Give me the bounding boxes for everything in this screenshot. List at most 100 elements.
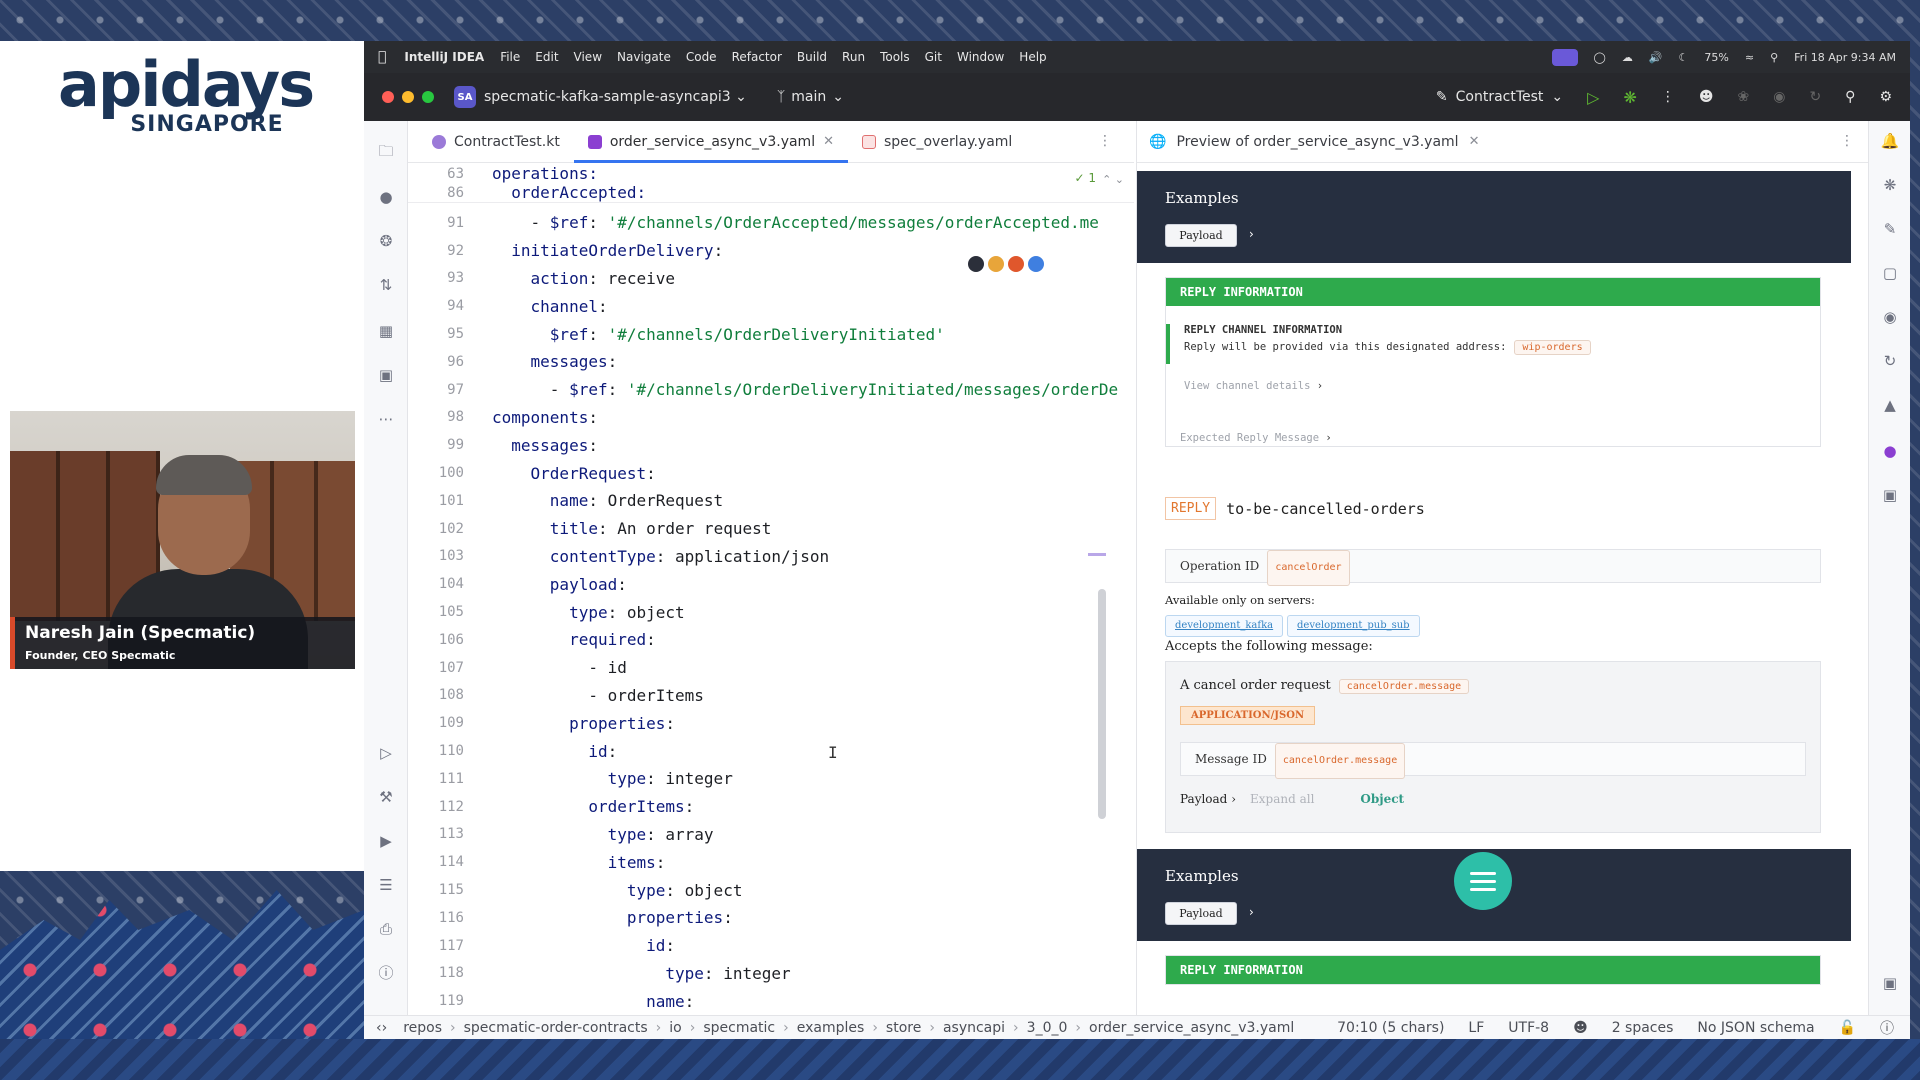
api-tool-icon[interactable]: ▣	[1880, 485, 1900, 505]
run-config-selector[interactable]: ✎ ContractTest ⌄	[1436, 89, 1563, 105]
payload-toggle[interactable]: Payload ›	[1180, 792, 1236, 806]
breadcrumb-item[interactable]: io	[669, 1020, 681, 1036]
code-line[interactable]: 100 OrderRequest:	[408, 459, 1134, 487]
minimize-window-button[interactable]	[402, 91, 414, 103]
menu-code[interactable]: Code	[686, 50, 717, 64]
file-encoding[interactable]: UTF-8	[1508, 1020, 1549, 1036]
vcs-icon[interactable]: ↻	[1809, 89, 1821, 105]
code-line[interactable]: 101 name: OrderRequest	[408, 487, 1134, 515]
project-badge[interactable]: SA	[454, 86, 476, 108]
branch-selector[interactable]: ᛉ main ⌄	[777, 89, 844, 105]
battery-percent[interactable]: 75%	[1704, 51, 1728, 64]
notifications-icon[interactable]: 🔔	[1880, 131, 1900, 151]
close-icon[interactable]: ✕	[823, 134, 834, 149]
code-line[interactable]: 95 $ref: '#/channels/OrderDeliveryInitia…	[408, 320, 1134, 348]
tabs-more-icon[interactable]: ⋮	[1098, 133, 1112, 149]
chevron-right-icon[interactable]: ›	[1249, 227, 1254, 241]
safari-icon[interactable]	[1028, 256, 1044, 272]
menu-window[interactable]: Window	[957, 50, 1004, 64]
screen-share-icon[interactable]	[1551, 48, 1578, 66]
code-line[interactable]: 111 type: integer	[408, 765, 1134, 793]
code-line[interactable]: 96 messages:	[408, 348, 1134, 376]
chrome-icon[interactable]	[988, 256, 1004, 272]
gradle-icon[interactable]: ▲	[1880, 395, 1900, 415]
run-icon[interactable]: ▷	[1587, 88, 1599, 107]
api-bottom-icon[interactable]: ▣	[1880, 973, 1900, 993]
breadcrumb-item[interactable]: store	[886, 1020, 921, 1036]
tab-contracttest[interactable]: ContractTest.kt	[418, 121, 574, 162]
pull-request-icon[interactable]: ⇅	[376, 275, 396, 295]
code-line[interactable]: 103 contentType: application/json	[408, 543, 1134, 571]
code-line[interactable]: 113 type: array	[408, 821, 1134, 849]
account-icon[interactable]: ☻	[1699, 89, 1714, 105]
tab-order-service[interactable]: order_service_async_v3.yaml ✕	[573, 121, 849, 163]
code-line[interactable]: 116 properties:	[408, 904, 1134, 932]
code-line[interactable]: 99 messages:	[408, 431, 1134, 459]
profiler-icon[interactable]: ❀	[1737, 89, 1749, 105]
database-icon[interactable]: ◉	[1880, 307, 1900, 327]
code-line[interactable]: 117 id:	[408, 932, 1134, 960]
terminal-icon[interactable]: ⎙	[376, 919, 396, 939]
layers-icon[interactable]: ☰	[376, 875, 396, 895]
more-icon[interactable]: ⋮	[1661, 89, 1675, 105]
menu-app-name[interactable]: IntelliJ IDEA	[404, 50, 484, 64]
navigation-icon[interactable]: ‹›	[376, 1020, 387, 1036]
volume-icon[interactable]: 🔊	[1649, 51, 1663, 64]
breadcrumb-item[interactable]: examples	[797, 1020, 865, 1036]
breadcrumb-item[interactable]: 3_0_0	[1027, 1020, 1068, 1036]
code-line[interactable]: 63 operations:	[408, 164, 1134, 183]
menu-help[interactable]: Help	[1019, 50, 1046, 64]
lock-icon[interactable]: 🔓	[1839, 1020, 1856, 1036]
settings-icon[interactable]: ⚙	[1879, 89, 1892, 105]
specmatic-icon[interactable]: ●	[1880, 441, 1900, 461]
menu-view[interactable]: View	[574, 50, 602, 64]
inspection-indicator[interactable]: ✓ 1	[1074, 171, 1096, 185]
code-line[interactable]: 107 - id	[408, 654, 1134, 682]
menu-build[interactable]: Build	[797, 50, 827, 64]
services-icon[interactable]: ▶	[376, 831, 396, 851]
breadcrumb-item[interactable]: asyncapi	[943, 1020, 1005, 1036]
code-line[interactable]: 102 title: An order request	[408, 515, 1134, 543]
problems-icon[interactable]: ⓘ	[376, 963, 396, 983]
code-line[interactable]: 119 name:	[408, 987, 1134, 1015]
code-line[interactable]: 112 orderItems:	[408, 793, 1134, 821]
package-icon[interactable]: ▢	[1880, 263, 1900, 283]
menu-edit[interactable]: Edit	[535, 50, 558, 64]
menu-git[interactable]: Git	[925, 50, 942, 64]
warning-icon[interactable]: ⓘ	[1880, 1018, 1894, 1038]
breadcrumb-item[interactable]: repos	[403, 1020, 442, 1036]
structure-icon[interactable]: ▦	[376, 321, 396, 341]
ai-assistant-icon[interactable]: ❋	[1880, 175, 1900, 195]
code-lines[interactable]: 91 - $ref: '#/channels/OrderAccepted/mes…	[408, 209, 1134, 1015]
expand-all-button[interactable]: Expand all	[1250, 792, 1314, 806]
zoom-window-button[interactable]	[422, 91, 434, 103]
copilot-icon[interactable]: ✎	[1880, 219, 1900, 239]
code-line[interactable]: 110 id:	[408, 737, 1134, 765]
preview-more-icon[interactable]: ⋮	[1840, 133, 1854, 149]
code-line[interactable]: 91 - $ref: '#/channels/OrderAccepted/mes…	[408, 209, 1134, 237]
code-line[interactable]: 105 type: object	[408, 598, 1134, 626]
menu-navigate[interactable]: Navigate	[617, 50, 671, 64]
project-folder-icon[interactable]: 🗀	[376, 141, 396, 161]
preview-tab-label[interactable]: Preview of order_service_async_v3.yaml	[1176, 134, 1458, 150]
api-icon[interactable]: ▣	[376, 365, 396, 385]
menu-refactor[interactable]: Refactor	[732, 50, 782, 64]
tab-spec-overlay[interactable]: spec_overlay.yaml	[848, 121, 1026, 162]
server-tag-kafka[interactable]: development_kafka	[1165, 615, 1284, 637]
breadcrumb-item[interactable]: specmatic	[703, 1020, 775, 1036]
more-tools-icon[interactable]: ⋯	[376, 409, 396, 429]
menu-fab-button[interactable]	[1454, 852, 1512, 910]
debug-icon[interactable]: ❋	[1623, 88, 1636, 107]
code-line[interactable]: 114 items:	[408, 848, 1134, 876]
project-selector[interactable]: specmatic-kafka-sample-asyncapi3 ⌄	[484, 89, 747, 105]
code-line[interactable]: 106 required:	[408, 626, 1134, 654]
camera-icon[interactable]: ◯	[1594, 51, 1606, 64]
intellij-browser-icon[interactable]	[968, 256, 984, 272]
breadcrumb-item[interactable]: order_service_async_v3.yaml	[1089, 1020, 1294, 1036]
menu-file[interactable]: File	[500, 50, 520, 64]
run-tool-icon[interactable]: ▷	[376, 743, 396, 763]
indent-setting[interactable]: 2 spaces	[1612, 1020, 1674, 1036]
apple-icon[interactable]: 	[378, 49, 386, 65]
code-line[interactable]: 94 channel:	[408, 292, 1134, 320]
spotlight-icon[interactable]: ⚲	[1770, 51, 1778, 64]
